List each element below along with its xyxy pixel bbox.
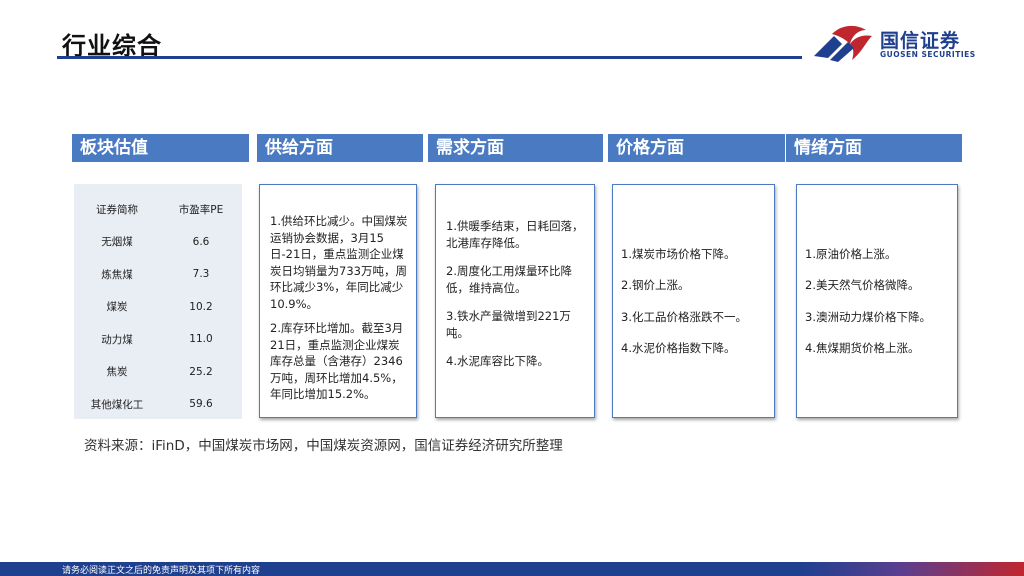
- header-valuation: 板块估值: [72, 134, 249, 162]
- sentiment-item: 1.原油价格上涨。: [805, 246, 897, 261]
- row-name: 其他煤化工: [90, 398, 144, 411]
- sentiment-item: 4.焦煤期货价格上涨。: [805, 341, 920, 355]
- sentiment-item: 3.澳洲动力煤价格下降。: [805, 309, 931, 324]
- demand-box: 1.供暖季结束，日耗回落，北港库存降低。 2.周度化工用煤量环比降低，维持高位。…: [435, 184, 595, 418]
- demand-item: 2.周度化工用煤量环比降低，维持高位。: [446, 264, 572, 295]
- row-name: 炼焦煤: [101, 268, 133, 281]
- row-pe: 11.0: [189, 333, 213, 346]
- row-pe: 59.6: [189, 398, 213, 411]
- row-pe: 7.3: [192, 268, 210, 281]
- sentiment-item: 2.美天然气价格微降。: [805, 278, 920, 292]
- row-pe: 10.2: [189, 300, 213, 313]
- table-row: 其他煤化工 59.6: [74, 388, 242, 421]
- header-supply: 供给方面: [257, 134, 423, 162]
- sentiment-box: 1.原油价格上涨。 2.美天然气价格微降。 3.澳洲动力煤价格下降。 4.焦煤期…: [796, 184, 958, 418]
- header-demand: 需求方面: [428, 134, 603, 162]
- row-name: 焦炭: [106, 366, 128, 379]
- table-row: 煤炭 10.2: [74, 291, 242, 324]
- price-box: 1.煤炭市场价格下降。 2.钢价上涨。 3.化工品价格涨跌不一。 4.水泥价格指…: [612, 184, 775, 418]
- guosen-emblem-icon: [814, 25, 872, 62]
- source-note: 资料来源：iFinD，中国煤炭市场网，中国煤炭资源网，国信证券经济研究所整理: [84, 438, 563, 454]
- table-row: 炼焦煤 7.3: [74, 258, 242, 291]
- price-item: 4.水泥价格指数下降。: [621, 341, 736, 355]
- logo-subtitle: GUOSEN SECURITIES: [880, 50, 976, 59]
- supply-item: 2.库存环比增加。截至3月21日，重点监测企业煤炭库存总量（含港存）2346万吨…: [270, 321, 404, 401]
- guosen-logo: 国信证券 GUOSEN SECURITIES: [812, 22, 1002, 64]
- price-item: 1.煤炭市场价格下降。: [621, 246, 736, 261]
- demand-item: 1.供暖季结束，日耗回落，北港库存降低。: [446, 219, 584, 250]
- table-row: 无烟煤 6.6: [74, 226, 242, 259]
- valuation-panel: 证券简称 市盈率PE 无烟煤 6.6 炼焦煤 7.3 煤炭 10.2 动力煤 1…: [74, 184, 242, 419]
- header-price: 价格方面: [608, 134, 785, 162]
- row-pe: 6.6: [192, 235, 210, 248]
- col-header-pe: 市盈率PE: [178, 203, 224, 216]
- col-header-name: 证券简称: [96, 203, 138, 216]
- supply-box: 1.供给环比减少。中国煤炭运销协会数据，3月15日-21日，重点监测企业煤炭日均…: [259, 184, 417, 418]
- price-item: 3.化工品价格涨跌不一。: [621, 309, 747, 324]
- header-sentiment: 情绪方面: [786, 134, 962, 162]
- row-name: 煤炭: [106, 301, 128, 314]
- row-name: 动力煤: [101, 333, 133, 346]
- title-underline: [57, 56, 802, 59]
- logo-name: 国信证券: [880, 30, 961, 52]
- table-row: 焦炭 25.2: [74, 356, 242, 389]
- demand-item: 3.铁水产量微增到221万吨。: [446, 309, 571, 340]
- table-header-row: 证券简称 市盈率PE: [74, 193, 242, 226]
- table-row: 动力煤 11.0: [74, 323, 242, 356]
- footer-bar: 请务必阅读正文之后的免责声明及其项下所有内容: [0, 562, 1024, 576]
- price-item: 2.钢价上涨。: [621, 278, 690, 292]
- supply-item: 1.供给环比减少。中国煤炭运销协会数据，3月15日-21日，重点监测企业煤炭日均…: [270, 214, 408, 311]
- row-pe: 25.2: [189, 365, 213, 378]
- row-name: 无烟煤: [101, 236, 133, 249]
- demand-item: 4.水泥库容比下降。: [446, 354, 549, 368]
- valuation-table: 证券简称 市盈率PE 无烟煤 6.6 炼焦煤 7.3 煤炭 10.2 动力煤 1…: [74, 193, 242, 421]
- disclaimer-text: 请务必阅读正文之后的免责声明及其项下所有内容: [62, 566, 261, 576]
